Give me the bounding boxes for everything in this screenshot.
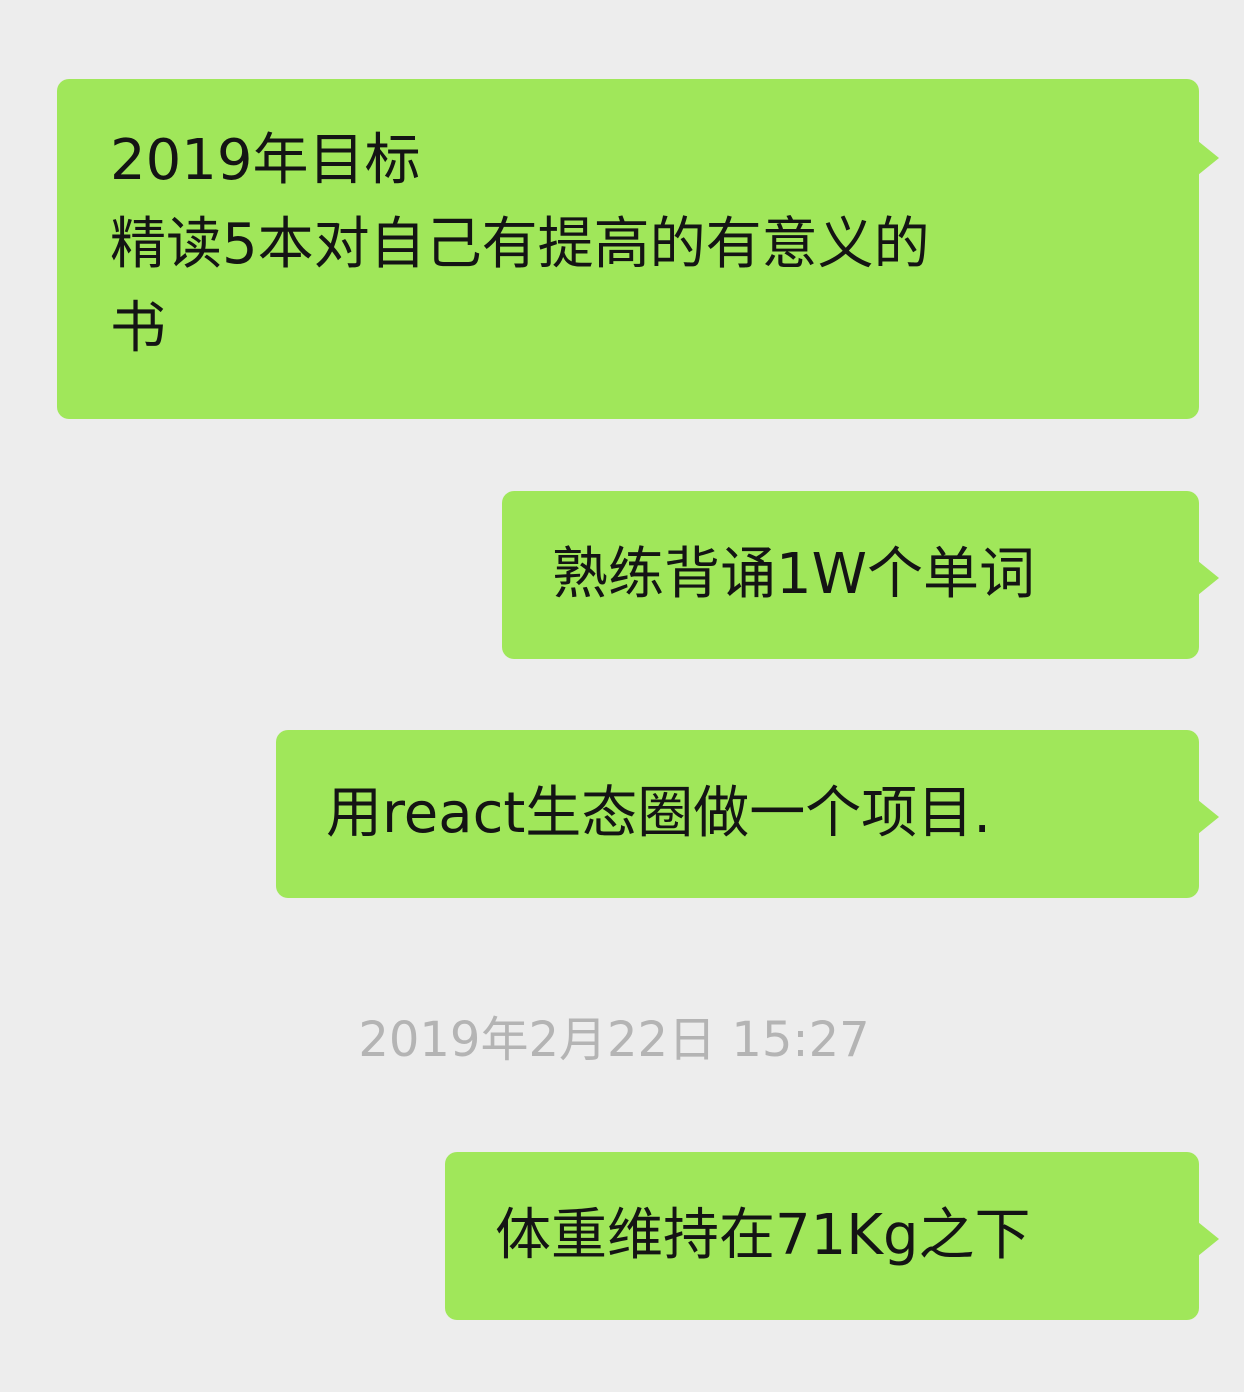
message-text: 熟练背诵1W个单词 (552, 542, 1035, 607)
message-text: 用react生态圈做一个项目. (326, 781, 992, 846)
message-bubble-react-project[interactable]: 用react生态圈做一个项目. (276, 730, 1219, 898)
message-line: 书 (110, 296, 166, 361)
message-line: 2019年目标 (110, 128, 421, 193)
message-text: 体重维持在71Kg之下 (495, 1203, 1031, 1268)
message-timestamp: 2019年2月22日 15:27 (358, 1012, 870, 1068)
message-bubble-vocabulary[interactable]: 熟练背诵1W个单词 (502, 491, 1219, 659)
chat-area[interactable]: 2019年目标 精读5本对自己有提高的有意义的 书 熟练背诵1W个单词 用rea… (0, 0, 1244, 1392)
message-bubble-goals[interactable]: 2019年目标 精读5本对自己有提高的有意义的 书 (57, 79, 1219, 419)
message-line: 精读5本对自己有提高的有意义的 (110, 212, 930, 277)
message-bubble-weight[interactable]: 体重维持在71Kg之下 (445, 1152, 1219, 1320)
